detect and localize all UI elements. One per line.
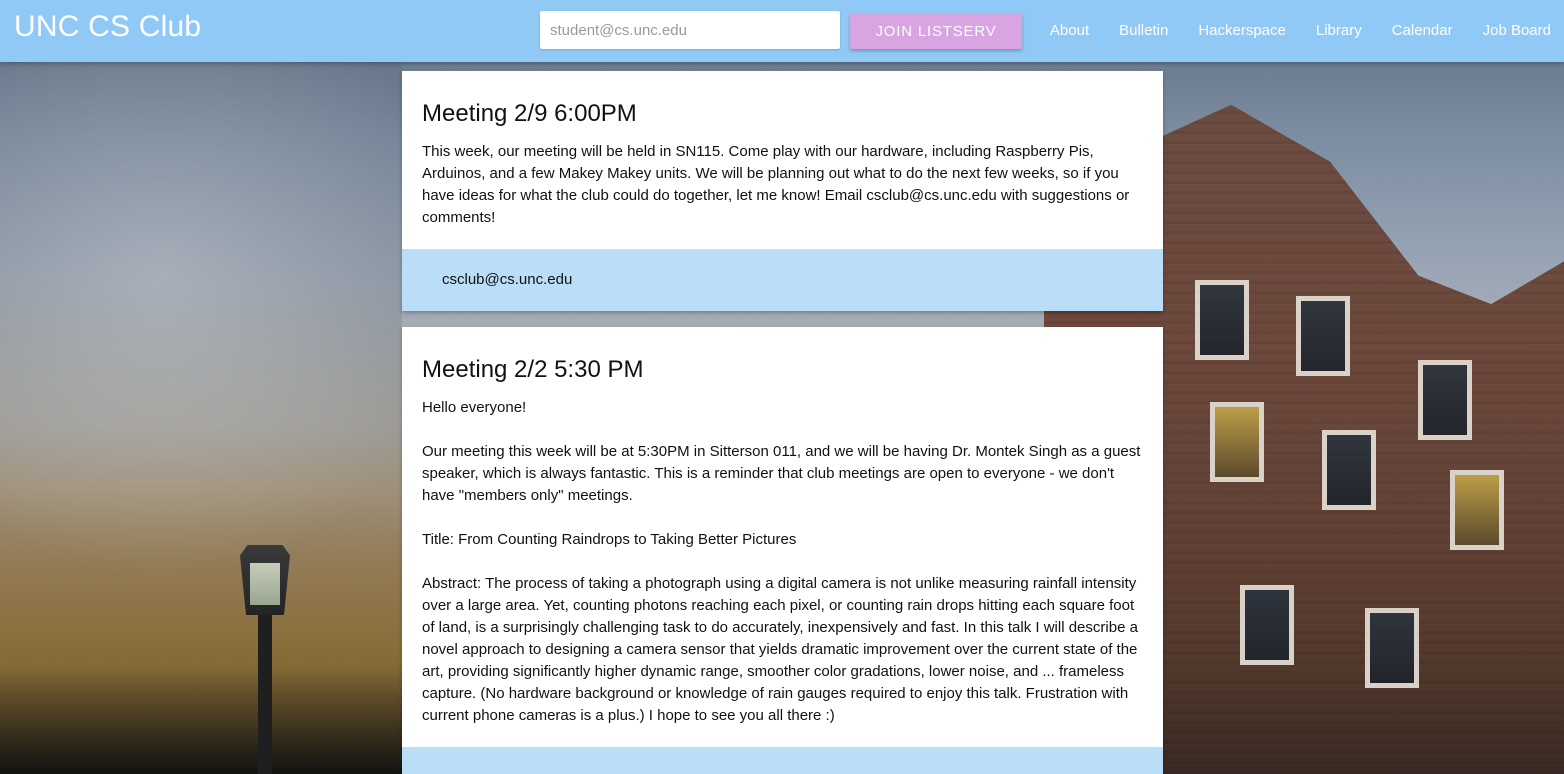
listserv-email-input[interactable]	[540, 11, 840, 49]
post-paragraph: Our meeting this week will be at 5:30PM …	[422, 443, 1141, 504]
post-paragraph: Title: From Counting Raindrops to Taking…	[422, 531, 797, 548]
nav-link-library[interactable]: Library	[1301, 0, 1377, 62]
nav-link-bulletin[interactable]: Bulletin	[1104, 0, 1183, 62]
post-footer-email-link[interactable]: csclub@cs.unc.edu	[442, 271, 572, 288]
bulletin-posts: Meeting 2/9 6:00PM This week, our meetin…	[402, 71, 1163, 774]
nav-link-job-board[interactable]: Job Board	[1468, 0, 1564, 62]
post-text: This week, our meeting will be held in S…	[422, 141, 1143, 229]
post-paragraph: Hello everyone!	[422, 399, 527, 416]
post-card: Meeting 2/9 6:00PM This week, our meetin…	[402, 71, 1163, 311]
post-title: Meeting 2/9 6:00PM	[422, 100, 637, 127]
post-text: Hello everyone! Our meeting this week wi…	[422, 397, 1143, 727]
post-card: Meeting 2/2 5:30 PM Hello everyone! Our …	[402, 327, 1163, 774]
post-footer: csclub@cs.unc.edu	[402, 249, 1163, 311]
nav-link-about[interactable]: About	[1035, 0, 1104, 62]
post-title: Meeting 2/2 5:30 PM	[422, 356, 644, 383]
post-body: Meeting 2/2 5:30 PM Hello everyone! Our …	[402, 327, 1163, 747]
main-nav: About Bulletin Hackerspace Library Calen…	[1035, 0, 1564, 62]
nav-link-calendar[interactable]: Calendar	[1377, 0, 1468, 62]
post-paragraph: This week, our meeting will be held in S…	[422, 143, 1130, 226]
post-footer	[402, 747, 1163, 774]
site-brand[interactable]: UNC CS Club	[14, 10, 201, 44]
background-sky	[0, 62, 402, 774]
post-paragraph: Abstract: The process of taking a photog…	[422, 575, 1138, 724]
post-body: Meeting 2/9 6:00PM This week, our meetin…	[402, 71, 1163, 249]
top-navbar: UNC CS Club JOIN LISTSERV About Bulletin…	[0, 0, 1564, 62]
join-listserv-button[interactable]: JOIN LISTSERV	[850, 13, 1022, 49]
nav-link-hackerspace[interactable]: Hackerspace	[1183, 0, 1301, 62]
